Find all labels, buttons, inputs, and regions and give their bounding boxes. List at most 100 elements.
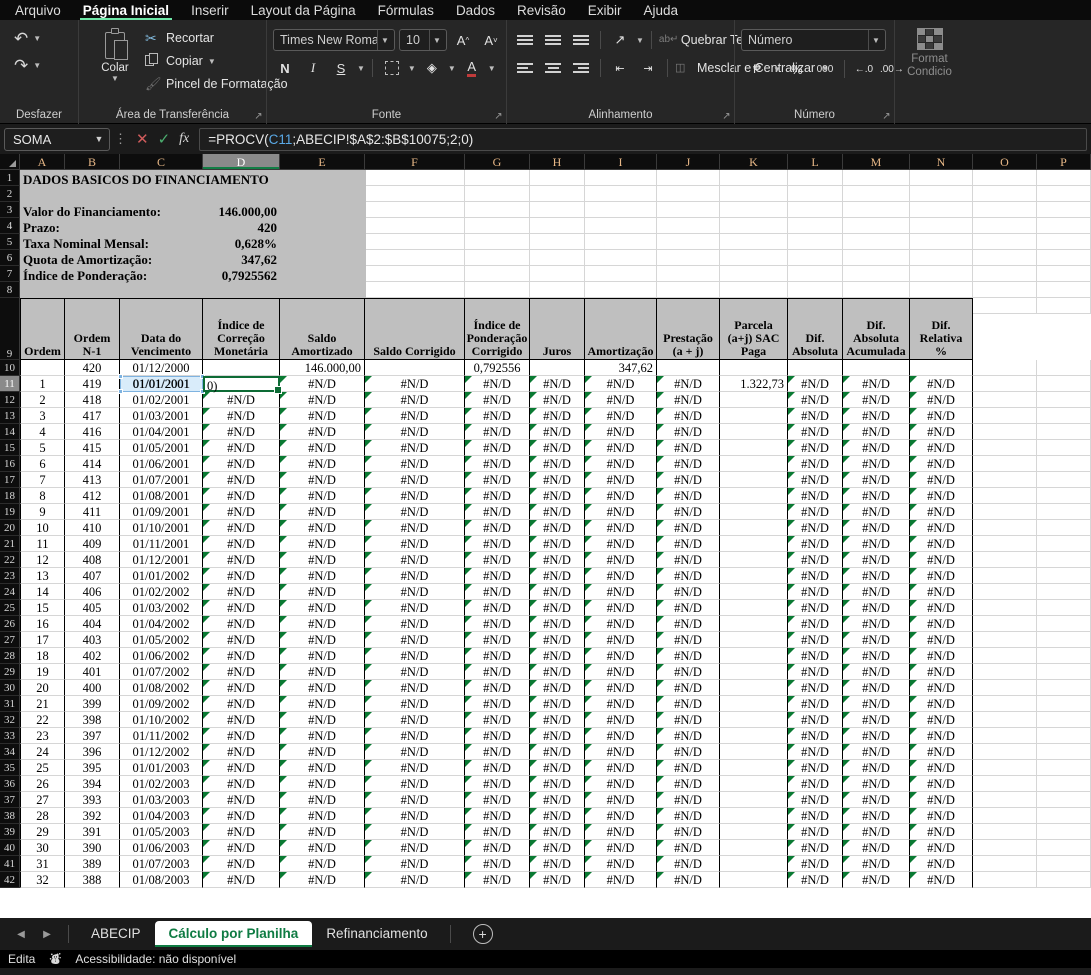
- grid-cell[interactable]: #N/D: [203, 424, 280, 440]
- grid-cell[interactable]: [910, 360, 973, 376]
- increase-font-size-button[interactable]: A ^: [451, 29, 475, 51]
- grid-cell[interactable]: #N/D: [465, 808, 530, 824]
- grid-cell[interactable]: [1037, 440, 1091, 456]
- grid-cell[interactable]: [465, 282, 530, 298]
- grid-cell[interactable]: #N/D: [530, 504, 585, 520]
- grid-cell[interactable]: #N/D: [657, 568, 720, 584]
- grid-cell[interactable]: #N/D: [788, 744, 843, 760]
- align-top-button[interactable]: [513, 29, 537, 51]
- grid-cell[interactable]: [720, 392, 788, 408]
- grid-cell[interactable]: #N/D: [910, 808, 973, 824]
- chevron-down-icon[interactable]: ▼: [208, 57, 216, 66]
- grid-cell[interactable]: [1037, 632, 1091, 648]
- grid-cell[interactable]: #N/D: [280, 424, 365, 440]
- grid-cell[interactable]: #N/D: [203, 536, 280, 552]
- grid-cell[interactable]: #N/D: [465, 744, 530, 760]
- grid-cell[interactable]: #N/D: [585, 536, 657, 552]
- grid-cell[interactable]: [720, 488, 788, 504]
- grid-cell[interactable]: [973, 712, 1037, 728]
- grid-cell[interactable]: #N/D: [465, 872, 530, 888]
- grid-cell[interactable]: 12: [20, 552, 65, 568]
- grid-cell[interactable]: 01/02/2003: [120, 776, 203, 792]
- grid-cell[interactable]: [910, 186, 973, 202]
- table-row[interactable]: 31 21 399 01/09/2002 #N/D #N/D #N/D #N/D #N/D #N/…: [0, 696, 1091, 712]
- undo-button[interactable]: ↶ ▼: [14, 30, 41, 47]
- grid-cell[interactable]: [1037, 536, 1091, 552]
- grid-cell[interactable]: #N/D: [365, 520, 465, 536]
- grid-cell[interactable]: 01/04/2003: [120, 808, 203, 824]
- grid-cell[interactable]: #N/D: [843, 760, 910, 776]
- row-header-34[interactable]: 34: [0, 744, 20, 760]
- row-header-17[interactable]: 17: [0, 472, 20, 488]
- ribbon-tab-pagina-inicial[interactable]: Página Inicial: [72, 0, 180, 20]
- grid-cell[interactable]: #N/D: [585, 760, 657, 776]
- table-row[interactable]: 33 23 397 01/11/2002 #N/D #N/D #N/D #N/D #N/D #N/…: [0, 728, 1091, 744]
- grid-cell[interactable]: [1037, 648, 1091, 664]
- grid-cell[interactable]: #N/D: [203, 600, 280, 616]
- grid-cell[interactable]: [20, 186, 65, 202]
- column-header-B[interactable]: B: [65, 154, 120, 170]
- grid-cell[interactable]: [973, 440, 1037, 456]
- sheet-tab-calculo-por-planilha[interactable]: Cálculo por Planilha: [154, 921, 313, 947]
- grid-cell[interactable]: [843, 360, 910, 376]
- row-header-40[interactable]: 40: [0, 840, 20, 856]
- grid-cell[interactable]: #N/D: [203, 728, 280, 744]
- grid-cell[interactable]: #N/D: [365, 664, 465, 680]
- orientation-button[interactable]: ↗: [608, 29, 632, 51]
- accounting-format-button[interactable]: ₱: [745, 58, 769, 80]
- align-bottom-button[interactable]: [569, 29, 593, 51]
- grid-cell[interactable]: 01/03/2002: [120, 600, 203, 616]
- grid-cell[interactable]: 401: [65, 664, 120, 680]
- grid-cell[interactable]: [1037, 298, 1091, 314]
- grid-cell[interactable]: #N/D: [585, 424, 657, 440]
- grid-cell[interactable]: [973, 552, 1037, 568]
- grid-cell[interactable]: #N/D: [657, 392, 720, 408]
- grid-cell[interactable]: 10: [20, 520, 65, 536]
- row-header-7[interactable]: 7: [0, 266, 20, 282]
- grid-cell[interactable]: #N/D: [843, 696, 910, 712]
- column-header-P[interactable]: P: [1037, 154, 1091, 170]
- grid-cell[interactable]: #N/D: [843, 424, 910, 440]
- font-size-combo[interactable]: 10 ▼: [399, 29, 447, 51]
- grid-cell[interactable]: #N/D: [203, 616, 280, 632]
- grid-cell[interactable]: #N/D: [280, 664, 365, 680]
- grid-cell[interactable]: #N/D: [585, 488, 657, 504]
- row-header-21[interactable]: 21: [0, 536, 20, 552]
- grid-cell[interactable]: 411: [65, 504, 120, 520]
- grid-cell[interactable]: #N/D: [465, 584, 530, 600]
- grid-cell[interactable]: #N/D: [910, 408, 973, 424]
- grid-cell[interactable]: [65, 218, 120, 234]
- grid-cell[interactable]: #N/D: [530, 600, 585, 616]
- grid-cell[interactable]: 01/07/2003: [120, 856, 203, 872]
- grid-cell[interactable]: #N/D: [910, 472, 973, 488]
- grid-cell[interactable]: [657, 250, 720, 266]
- grid-cell[interactable]: #N/D: [203, 664, 280, 680]
- grid-cell[interactable]: 23: [20, 728, 65, 744]
- grid-cell[interactable]: [720, 360, 788, 376]
- grid-cell[interactable]: 13: [20, 568, 65, 584]
- grid-cell[interactable]: #N/D: [203, 680, 280, 696]
- grid-cell[interactable]: #N/D: [203, 568, 280, 584]
- grid-cell[interactable]: [720, 282, 788, 298]
- grid-cell[interactable]: [973, 456, 1037, 472]
- column-header-I[interactable]: I: [585, 154, 657, 170]
- grid-cell[interactable]: 01/01/2003: [120, 760, 203, 776]
- grid-cell[interactable]: [788, 266, 843, 282]
- row-header-4[interactable]: 4: [0, 218, 20, 234]
- grid-cell[interactable]: [973, 376, 1037, 392]
- grid-cell[interactable]: #N/D: [280, 776, 365, 792]
- grid-cell[interactable]: #N/D: [585, 856, 657, 872]
- grid-cell[interactable]: [1037, 760, 1091, 776]
- table-row[interactable]: 16 6 414 01/06/2001 #N/D #N/D #N/D #N/D #N/D #N/D…: [0, 456, 1091, 472]
- grid-cell[interactable]: #N/D: [280, 504, 365, 520]
- grid-cell[interactable]: #N/D: [280, 648, 365, 664]
- grid-cell[interactable]: [530, 234, 585, 250]
- grid-cell[interactable]: [1037, 600, 1091, 616]
- grid-cell[interactable]: [910, 202, 973, 218]
- row-header-2[interactable]: 2: [0, 186, 20, 202]
- grid-cell[interactable]: [788, 234, 843, 250]
- grid-cell[interactable]: #N/D: [910, 760, 973, 776]
- grid-cell[interactable]: #N/D: [465, 648, 530, 664]
- grid-cell[interactable]: #N/D: [843, 824, 910, 840]
- grid-cell[interactable]: #N/D: [203, 456, 280, 472]
